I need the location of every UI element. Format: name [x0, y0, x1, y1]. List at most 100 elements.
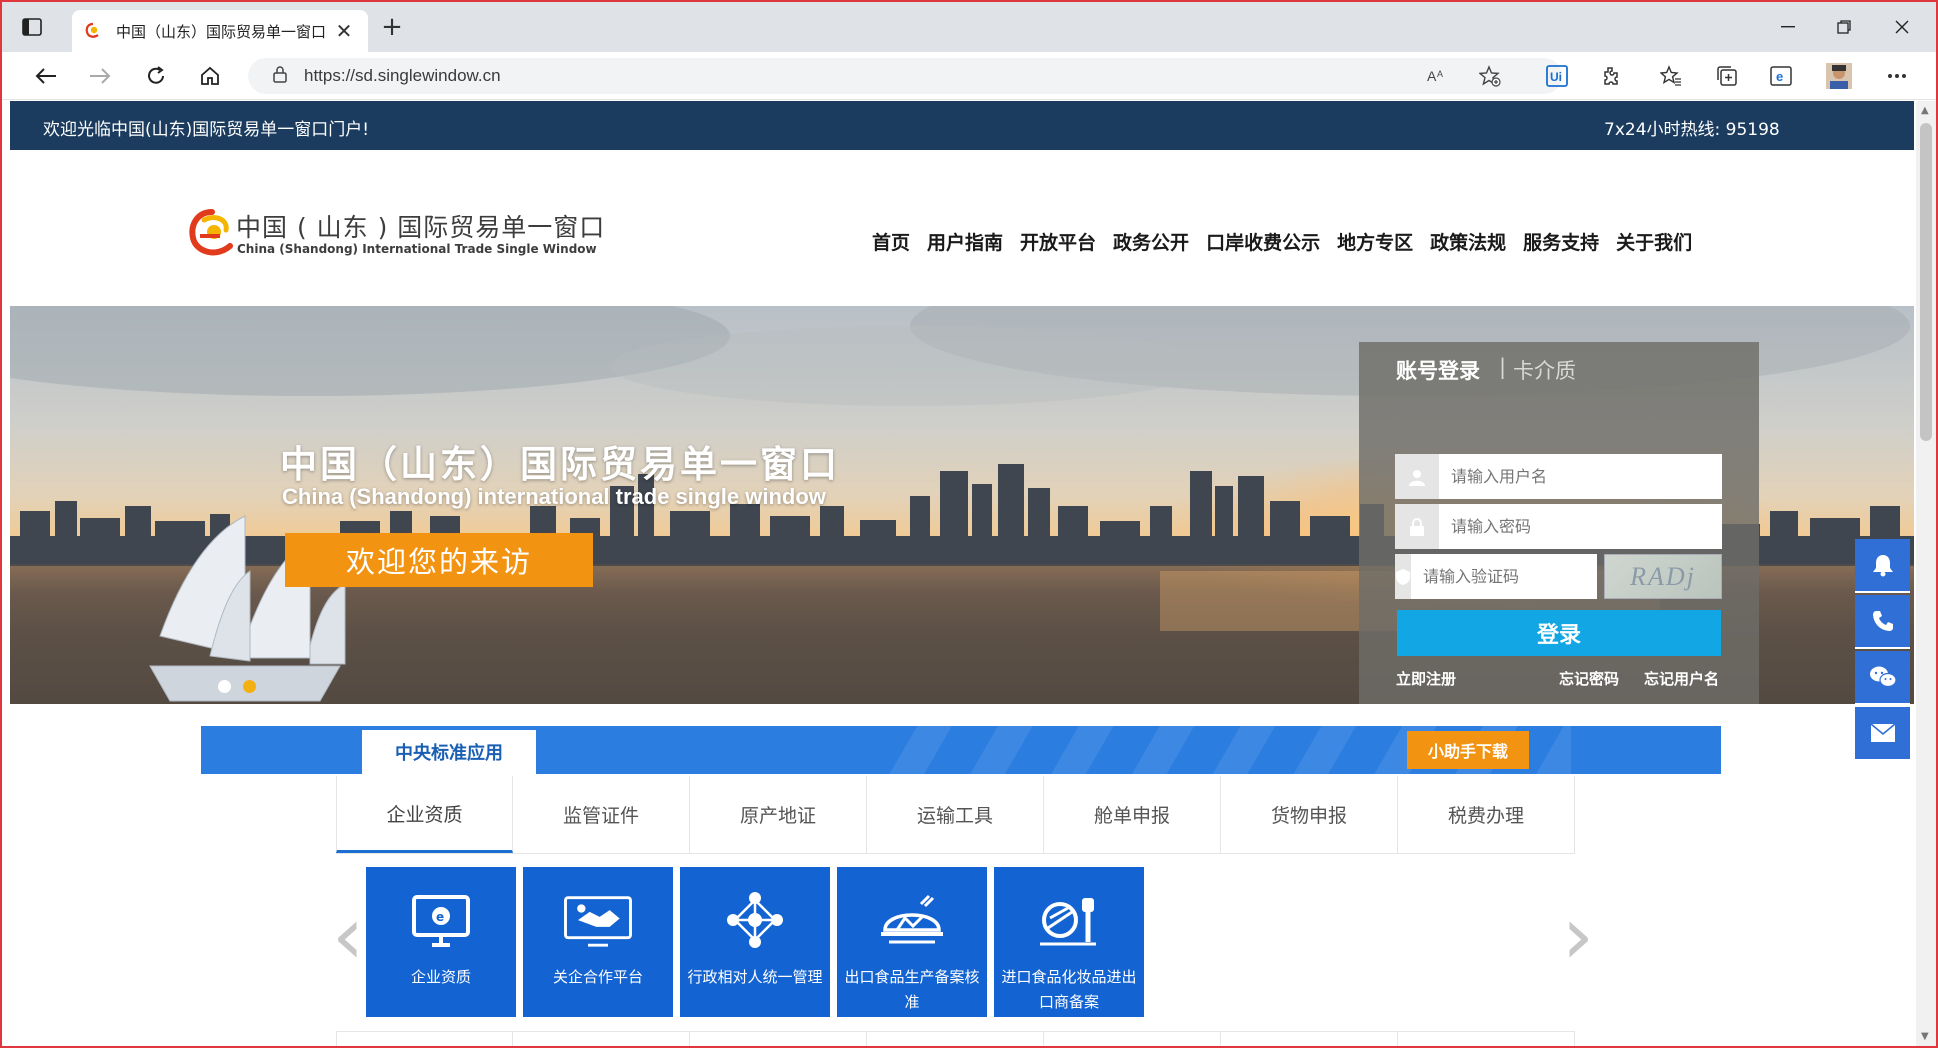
app-card-enterprise-qualification[interactable]: e 企业资质: [366, 867, 516, 1017]
subtab-regulatory-certificates[interactable]: 监管证件: [513, 776, 690, 853]
next-row-cell: [867, 1031, 1044, 1046]
svg-text:e: e: [1776, 69, 1783, 84]
page-scrollbar[interactable]: ▲ ▼: [1916, 101, 1936, 1046]
hero-banner: 中国（山东）国际贸易单一窗口 China (Shandong) internat…: [10, 306, 1914, 704]
login-panel: 账号登录 | 卡介质 请输入用户名 请输入验证码 RADj 登录 立即注册 忘记…: [1359, 342, 1759, 704]
add-favorite-icon[interactable]: [1476, 63, 1504, 89]
scrollbar-thumb[interactable]: [1920, 123, 1932, 441]
shield-icon: [1395, 554, 1411, 599]
new-tab-button[interactable]: +: [378, 14, 406, 40]
app-card-customs-enterprise-cooperation[interactable]: 关企合作平台: [523, 867, 673, 1017]
login-tab-separator: |: [1499, 355, 1507, 379]
nav-about[interactable]: 关于我们: [1616, 228, 1692, 255]
forward-icon[interactable]: [84, 61, 116, 91]
scroll-down-icon[interactable]: ▼: [1921, 1031, 1929, 1042]
next-arrow-icon[interactable]: ›: [1562, 896, 1594, 976]
minimize-icon[interactable]: [1768, 14, 1808, 40]
monitor-icon: e: [406, 889, 476, 953]
next-row-cell: [336, 1031, 513, 1046]
captcha-image[interactable]: RADj: [1604, 554, 1722, 599]
prev-arrow-icon[interactable]: ‹: [332, 896, 364, 976]
extension-ui-icon[interactable]: Ui: [1542, 62, 1572, 90]
password-input[interactable]: [1439, 504, 1722, 549]
tab-close-icon[interactable]: ✕: [332, 19, 356, 43]
hotline-text: 7x24小时热线: 95198: [1604, 120, 1780, 140]
svg-text:A: A: [1427, 68, 1437, 84]
helper-download-button[interactable]: 小助手下载: [1407, 731, 1529, 769]
subtab-certificate-of-origin[interactable]: 原产地证: [690, 776, 867, 853]
tab-central-standard-apps[interactable]: 中央标准应用: [362, 730, 536, 774]
main-nav: 首页 用户指南 开放平台 政务公开 口岸收费公示 地方专区 政策法规 服务支持 …: [872, 228, 1709, 255]
phone-icon: [1872, 611, 1893, 631]
site-logo-icon[interactable]: [186, 206, 238, 260]
refresh-icon[interactable]: [140, 61, 172, 91]
subtab-tax-payment[interactable]: 税费办理: [1398, 776, 1575, 853]
tab-title: 中国（山东）国际贸易单一窗口: [116, 22, 327, 41]
app-card-import-food-cosmetics[interactable]: 进口食品化妆品进出口商备案: [994, 867, 1144, 1017]
forgot-password-link[interactable]: 忘记密码: [1559, 668, 1619, 689]
profile-avatar[interactable]: [1824, 62, 1854, 90]
web-page: 欢迎光临中国(山东)国际贸易单一窗口门户! 7x24小时热线: 95198 中国…: [10, 101, 1914, 1046]
nav-local-zone[interactable]: 地方专区: [1337, 228, 1413, 255]
tab-card-login[interactable]: 卡介质: [1513, 355, 1576, 385]
phone-float-button[interactable]: [1855, 595, 1910, 649]
next-row-cell: [1044, 1031, 1221, 1046]
favorites-icon[interactable]: [1656, 62, 1686, 90]
browser-toolbar: https://sd.singlewindow.cn AA Ui e: [2, 52, 1936, 100]
ie-mode-icon[interactable]: e: [1766, 62, 1796, 90]
nav-port-fees[interactable]: 口岸收费公示: [1206, 228, 1320, 255]
nav-user-guide[interactable]: 用户指南: [927, 228, 1003, 255]
forgot-username-link[interactable]: 忘记用户名: [1644, 668, 1719, 689]
wechat-icon: [1869, 666, 1897, 688]
lock-icon[interactable]: [272, 65, 288, 87]
scroll-up-icon[interactable]: ▲: [1921, 105, 1929, 116]
cosmetics-icon: [1034, 889, 1104, 953]
welcome-button[interactable]: 欢迎您的来访: [285, 533, 593, 587]
carousel-dot-1[interactable]: [218, 680, 231, 693]
subtab-manifest-declaration[interactable]: 舱单申报: [1044, 776, 1221, 853]
app-card-label: 关企合作平台: [552, 968, 643, 986]
wechat-float-button[interactable]: [1855, 651, 1910, 705]
app-card-export-food-production[interactable]: 出口食品生产备案核准: [837, 867, 987, 1017]
email-float-button[interactable]: [1855, 707, 1910, 761]
collections-icon[interactable]: [1712, 62, 1742, 90]
nav-support[interactable]: 服务支持: [1523, 228, 1599, 255]
more-menu-icon[interactable]: [1882, 62, 1912, 90]
bell-icon: [1872, 555, 1893, 577]
home-icon[interactable]: [194, 61, 226, 91]
address-bar[interactable]: https://sd.singlewindow.cn AA: [248, 58, 1562, 94]
register-link[interactable]: 立即注册: [1396, 668, 1456, 689]
notification-float-button[interactable]: [1855, 539, 1910, 593]
extensions-icon[interactable]: [1596, 62, 1626, 90]
subtab-transport-vehicles[interactable]: 运输工具: [867, 776, 1044, 853]
app-category-bar: 中央标准应用 小助手下载: [201, 726, 1721, 774]
app-card-administrative-counterpart[interactable]: 行政相对人统一管理: [680, 867, 830, 1017]
svg-text:e: e: [436, 910, 444, 924]
username-input[interactable]: [1439, 454, 1722, 499]
close-window-icon[interactable]: [1882, 14, 1922, 40]
carousel-dot-2[interactable]: [243, 680, 256, 693]
subtab-goods-declaration[interactable]: 货物申报: [1221, 776, 1398, 853]
nav-gov-affairs[interactable]: 政务公开: [1113, 228, 1189, 255]
tab-account-login[interactable]: 账号登录: [1396, 355, 1480, 385]
logo-english-text: China (Shandong) International Trade Sin…: [237, 242, 597, 256]
next-row-cell: [1221, 1031, 1398, 1046]
nav-policies[interactable]: 政策法规: [1430, 228, 1506, 255]
app-card-label: 出口食品生产备案核准: [844, 968, 980, 1011]
site-favicon-icon: [85, 22, 99, 38]
nav-home[interactable]: 首页: [872, 228, 910, 255]
url-text[interactable]: https://sd.singlewindow.cn: [304, 66, 501, 86]
back-icon[interactable]: [30, 61, 62, 91]
captcha-input[interactable]: [1411, 554, 1623, 599]
browser-tab[interactable]: 中国（山东）国际贸易单一窗口 ✕: [72, 10, 368, 52]
nav-open-platform[interactable]: 开放平台: [1020, 228, 1096, 255]
read-aloud-icon[interactable]: AA: [1424, 63, 1452, 89]
logo-chinese-text: 中国 ( 山东 ) 国际贸易单一窗口: [236, 213, 606, 242]
subtab-enterprise-qualification[interactable]: 企业资质: [336, 776, 513, 853]
tab-strip: 中国（山东）国际贸易单一窗口 ✕ +: [2, 2, 1936, 52]
login-button[interactable]: 登录: [1397, 610, 1721, 656]
restore-icon[interactable]: [1824, 14, 1864, 40]
app-cards: e 企业资质 关企合作平台 行政相对人统一管理 出口食品生产备案核准 进口食品化…: [366, 867, 1151, 1017]
browser-window: 中国（山东）国际贸易单一窗口 ✕ + https://sd.singlewind…: [0, 0, 1938, 1048]
tab-actions-icon[interactable]: [18, 14, 46, 40]
